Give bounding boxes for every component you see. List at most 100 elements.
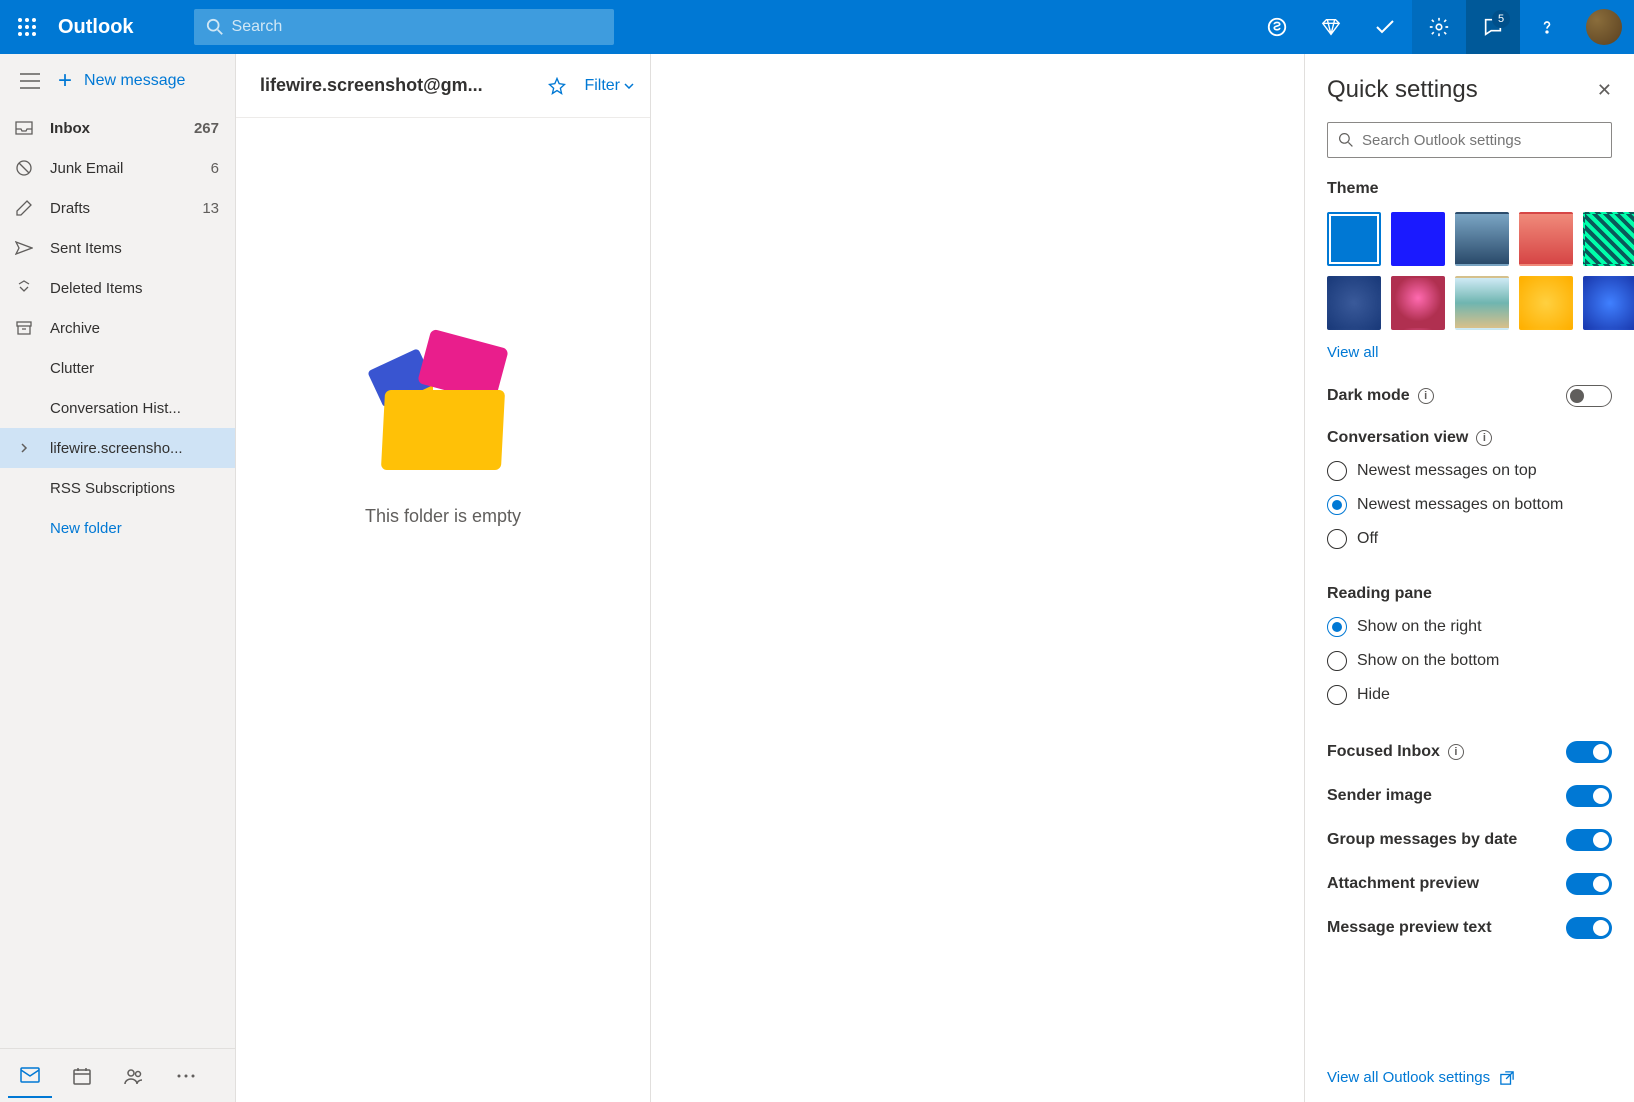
toggle-label: Focused Inbox <box>1327 743 1440 761</box>
search-input[interactable] <box>232 18 602 36</box>
owa-chat-icon[interactable]: 5 <box>1466 0 1520 54</box>
folder-item[interactable]: Clutter <box>0 348 235 388</box>
radio-label: Show on the bottom <box>1357 652 1499 670</box>
calendar-module-icon[interactable] <box>60 1054 104 1098</box>
hamburger-icon[interactable] <box>12 73 48 89</box>
theme-tile[interactable] <box>1583 276 1634 330</box>
folder-name: Archive <box>50 320 219 337</box>
toggle-switch[interactable] <box>1566 785 1612 807</box>
toggle-label: Sender image <box>1327 787 1432 805</box>
info-icon[interactable]: i <box>1476 430 1492 446</box>
toggle-label: Message preview text <box>1327 919 1492 937</box>
folder-name: Sent Items <box>50 240 219 257</box>
main-area: + New message Inbox 267 Junk Email 6 Dra… <box>0 54 1634 1102</box>
quick-settings-panel: Quick settings ✕ Theme View all Dark mod… <box>1304 54 1634 1102</box>
folder-item[interactable]: New folder <box>0 508 235 548</box>
radio-label: Newest messages on top <box>1357 462 1537 480</box>
close-icon[interactable]: ✕ <box>1597 80 1612 101</box>
mail-module-icon[interactable] <box>8 1054 52 1098</box>
module-switcher <box>0 1048 235 1102</box>
brand-label: Outlook <box>58 16 134 39</box>
skype-icon[interactable] <box>1250 0 1304 54</box>
folder-name: Inbox <box>50 120 194 137</box>
app-launcher-icon[interactable] <box>0 0 54 54</box>
dark-mode-toggle[interactable] <box>1566 385 1612 407</box>
theme-tile[interactable] <box>1455 212 1509 266</box>
theme-grid <box>1327 212 1612 330</box>
toggle-switch[interactable] <box>1566 917 1612 939</box>
new-message-button[interactable]: + New message <box>58 69 185 93</box>
folder-name: lifewire.screensho... <box>50 440 219 457</box>
user-avatar[interactable] <box>1586 9 1622 45</box>
chevron-icon <box>12 442 36 454</box>
folder-item[interactable]: Drafts 13 <box>0 188 235 228</box>
radio-label: Hide <box>1357 686 1390 704</box>
folder-title: lifewire.screenshot@gm... <box>260 75 540 96</box>
info-icon[interactable]: i <box>1448 744 1464 760</box>
chevron-down-icon <box>624 83 634 89</box>
radio-option[interactable]: Newest messages on bottom <box>1327 495 1612 515</box>
toggle-row: Group messages by date <box>1327 829 1612 851</box>
folder-name: New folder <box>50 520 219 537</box>
folder-count: 267 <box>194 120 219 137</box>
settings-search-input[interactable] <box>1362 132 1601 149</box>
radio-option[interactable]: Show on the right <box>1327 617 1612 637</box>
theme-tile[interactable] <box>1519 212 1573 266</box>
radio-option[interactable]: Newest messages on top <box>1327 461 1612 481</box>
settings-icon[interactable] <box>1412 0 1466 54</box>
toggle-switch[interactable] <box>1566 741 1612 763</box>
message-list-pane: lifewire.screenshot@gm... Filter This fo… <box>236 54 651 1102</box>
todo-icon[interactable] <box>1358 0 1412 54</box>
junk-icon <box>12 160 36 176</box>
theme-label: Theme <box>1327 180 1612 198</box>
search-box[interactable] <box>194 9 614 45</box>
radio-option[interactable]: Show on the bottom <box>1327 651 1612 671</box>
archive-icon <box>12 321 36 335</box>
filter-button[interactable]: Filter <box>584 77 634 95</box>
theme-tile[interactable] <box>1583 212 1634 266</box>
toggle-label: Group messages by date <box>1327 831 1517 849</box>
view-all-settings-link[interactable]: View all Outlook settings <box>1327 1069 1490 1086</box>
people-module-icon[interactable] <box>112 1054 156 1098</box>
folder-item[interactable]: Deleted Items <box>0 268 235 308</box>
theme-tile[interactable] <box>1327 212 1381 266</box>
empty-state: This folder is empty <box>236 118 650 1102</box>
folder-name: Conversation Hist... <box>50 400 219 417</box>
folder-name: RSS Subscriptions <box>50 480 219 497</box>
theme-tile[interactable] <box>1391 276 1445 330</box>
more-module-icon[interactable] <box>164 1054 208 1098</box>
settings-search[interactable] <box>1327 122 1612 158</box>
toggle-switch[interactable] <box>1566 829 1612 851</box>
folder-name: Deleted Items <box>50 280 219 297</box>
folder-item[interactable]: Inbox 267 <box>0 108 235 148</box>
settings-toggles: Focused Inbox i Sender image Group messag… <box>1327 741 1612 961</box>
folder-item[interactable]: Sent Items <box>0 228 235 268</box>
toggle-label: Attachment preview <box>1327 875 1479 893</box>
filter-label: Filter <box>584 77 620 95</box>
theme-tile[interactable] <box>1327 276 1381 330</box>
folder-item[interactable]: Conversation Hist... <box>0 388 235 428</box>
reading-pane-label: Reading pane <box>1327 585 1612 603</box>
folder-name: Junk Email <box>50 160 211 177</box>
folder-item[interactable]: Archive <box>0 308 235 348</box>
radio-icon <box>1327 495 1347 515</box>
info-icon[interactable]: i <box>1418 388 1434 404</box>
theme-tile[interactable] <box>1391 212 1445 266</box>
premium-icon[interactable] <box>1304 0 1358 54</box>
toggle-row: Attachment preview <box>1327 873 1612 895</box>
popout-icon <box>1500 1071 1514 1085</box>
folder-item[interactable]: Junk Email 6 <box>0 148 235 188</box>
theme-tile[interactable] <box>1519 276 1573 330</box>
view-all-themes-link[interactable]: View all <box>1327 344 1612 361</box>
radio-option[interactable]: Off <box>1327 529 1612 549</box>
help-icon[interactable] <box>1520 0 1574 54</box>
theme-tile[interactable] <box>1455 276 1509 330</box>
toggle-switch[interactable] <box>1566 873 1612 895</box>
deleted-icon <box>12 280 36 296</box>
folder-item[interactable]: RSS Subscriptions <box>0 468 235 508</box>
dark-mode-label: Dark mode <box>1327 387 1410 405</box>
folder-item[interactable]: lifewire.screensho... <box>0 428 235 468</box>
radio-option[interactable]: Hide <box>1327 685 1612 705</box>
reading-pane-radios: Show on the right Show on the bottom Hid… <box>1327 617 1612 719</box>
favorite-star-icon[interactable] <box>548 77 566 95</box>
